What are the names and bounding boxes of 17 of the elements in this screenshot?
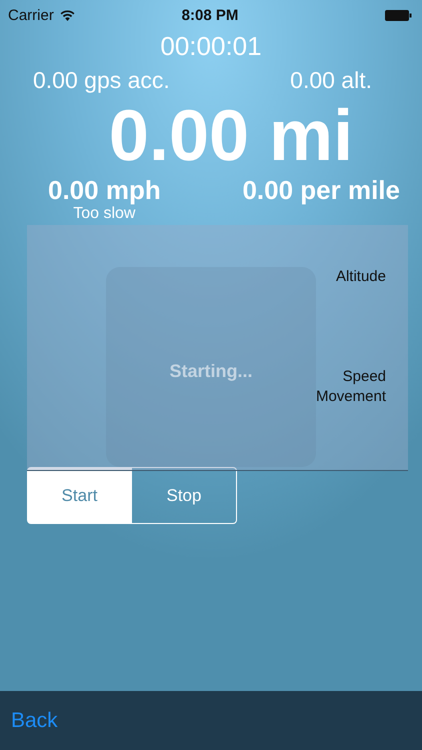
wifi-icon [60,10,75,20]
back-button[interactable]: Back [11,708,58,732]
altitude-value: 0.00 alt. [290,67,372,93]
segment-button[interactable]: Start [27,467,132,524]
loading-text: Starting... [169,360,252,382]
segment-button[interactable]: Stop [132,467,237,524]
gps-accuracy: 0.00 gps acc. [33,67,170,93]
pace-value: 0.00 per mile [242,175,400,205]
speed-note: Too slow [73,205,136,223]
distance-value: 0.00 mi [108,97,354,175]
battery-icon [384,10,412,20]
carrier-name: Carrier [8,6,54,24]
status-time: 8:08 PM [182,6,238,24]
elapsed-time: 00:00:01 [159,31,263,61]
legend-label: Altitude [336,267,386,287]
speed-value: 0.00 mph [48,175,161,205]
legend-label: Speed Movement [316,367,386,407]
